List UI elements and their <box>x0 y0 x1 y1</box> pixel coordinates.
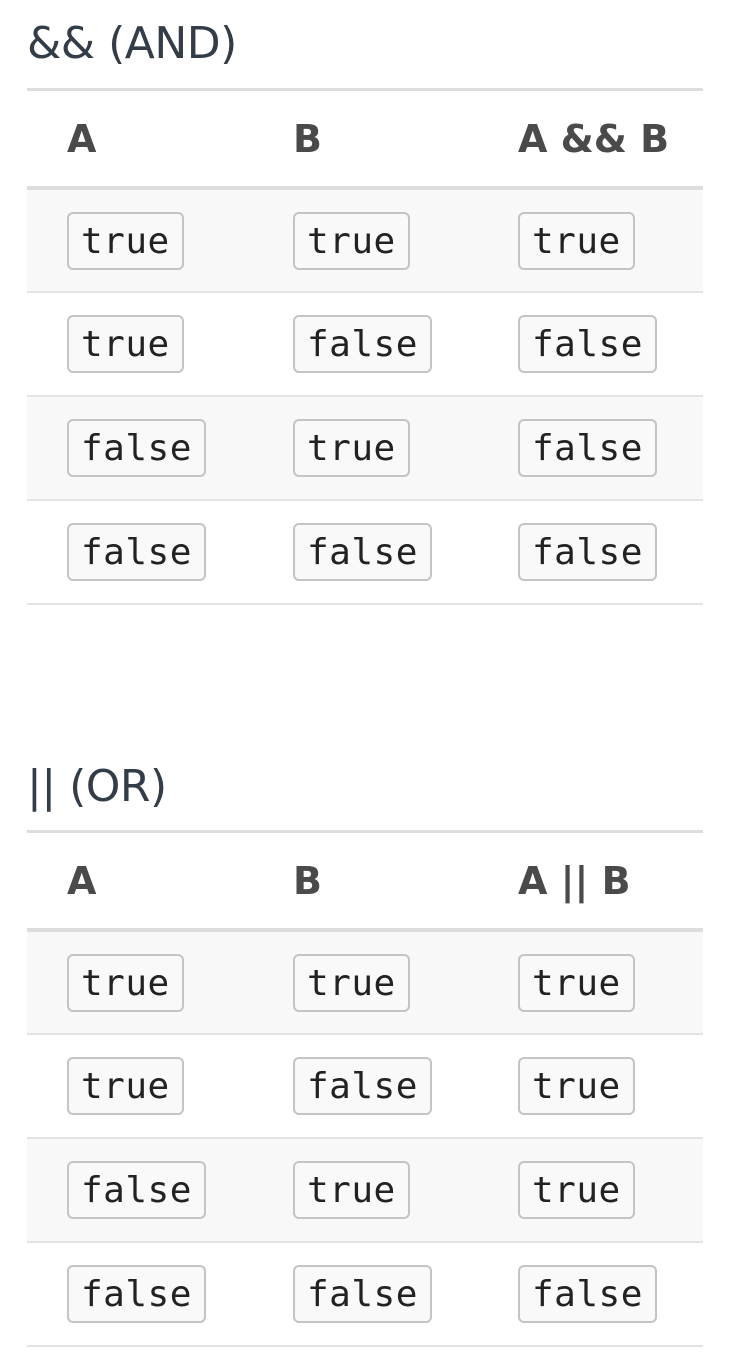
bool-value: false <box>67 1265 206 1323</box>
bool-value: false <box>293 1057 432 1115</box>
table-cell: true <box>478 188 703 293</box>
table-cell: false <box>27 500 253 605</box>
table-cell: true <box>27 930 253 1035</box>
and-section-title: && (AND) <box>27 0 703 91</box>
bool-value: false <box>518 523 657 581</box>
bool-value: false <box>293 1265 432 1323</box>
table-cell: false <box>253 1242 478 1347</box>
bool-value: false <box>518 419 657 477</box>
column-header-a: A <box>27 833 253 932</box>
table-row: true false true <box>27 1034 703 1139</box>
bool-value: true <box>67 1057 184 1115</box>
bool-value: true <box>293 953 410 1012</box>
or-section: || (OR) A B A || B true true true true f… <box>27 742 703 1347</box>
table-cell: false <box>253 1034 478 1139</box>
column-header-a: A <box>27 91 253 190</box>
table-cell: true <box>27 1034 253 1139</box>
bool-value: false <box>293 315 432 373</box>
bool-value: true <box>293 211 410 270</box>
table-cell: false <box>27 1242 253 1347</box>
table-cell: true <box>253 930 478 1035</box>
bool-value: true <box>518 953 635 1012</box>
bool-value: true <box>518 211 635 270</box>
bool-value: true <box>293 1161 410 1219</box>
table-cell: true <box>478 930 703 1035</box>
bool-value: false <box>293 523 432 581</box>
table-cell: false <box>478 500 703 605</box>
table-row: false false false <box>27 1242 703 1347</box>
and-section: && (AND) A B A && B true true true true … <box>27 0 703 605</box>
table-cell: false <box>27 1138 253 1243</box>
table-row: false false false <box>27 500 703 605</box>
bool-value: false <box>67 419 206 477</box>
or-section-title: || (OR) <box>27 742 703 833</box>
bool-value: false <box>518 315 657 373</box>
table-cell: true <box>27 292 253 397</box>
table-header-row: A B A || B <box>27 833 703 932</box>
or-truth-table: A B A || B true true true true false tru… <box>27 833 703 1347</box>
table-cell: false <box>27 396 253 501</box>
column-header-b: B <box>253 91 478 190</box>
table-row: false true true <box>27 1138 703 1243</box>
table-cell: false <box>253 292 478 397</box>
table-row: true true true <box>27 188 703 293</box>
table-row: false true false <box>27 396 703 501</box>
table-cell: false <box>253 500 478 605</box>
bool-value: false <box>518 1265 657 1323</box>
column-header-b: B <box>253 833 478 932</box>
bool-value: true <box>518 1057 635 1115</box>
bool-value: true <box>518 1161 635 1219</box>
table-cell: true <box>478 1034 703 1139</box>
table-cell: true <box>253 396 478 501</box>
bool-value: true <box>67 211 184 270</box>
table-cell: true <box>253 188 478 293</box>
column-header-result: A && B <box>478 91 703 190</box>
bool-value: true <box>67 315 184 373</box>
column-header-result: A || B <box>478 833 703 932</box>
table-cell: false <box>478 292 703 397</box>
bool-value: true <box>67 953 184 1012</box>
bool-value: false <box>67 523 206 581</box>
table-cell: true <box>478 1138 703 1243</box>
table-cell: true <box>253 1138 478 1243</box>
table-header-row: A B A && B <box>27 91 703 190</box>
table-row: true true true <box>27 930 703 1035</box>
table-cell: false <box>478 1242 703 1347</box>
bool-value: true <box>293 419 410 477</box>
and-truth-table: A B A && B true true true true false fal… <box>27 91 703 605</box>
table-row: true false false <box>27 292 703 397</box>
table-cell: true <box>27 188 253 293</box>
bool-value: false <box>67 1161 206 1219</box>
table-cell: false <box>478 396 703 501</box>
